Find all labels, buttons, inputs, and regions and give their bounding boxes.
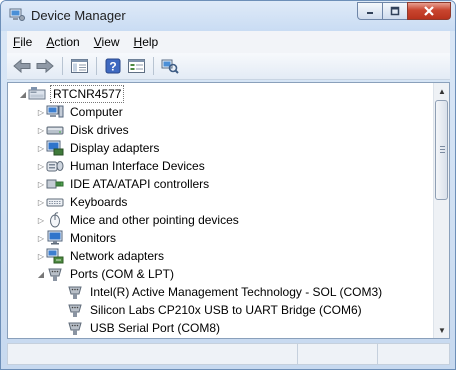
expand-arrow-icon[interactable]: ▷ xyxy=(36,211,46,229)
menu-bar: File Action View Help xyxy=(7,31,450,53)
tree-item-label: Display adapters xyxy=(70,141,160,155)
device-manager-window: Device Manager File Action View Help ? ◢… xyxy=(0,0,456,370)
tree-item-label: Monitors xyxy=(70,231,117,245)
tree-item-label: Silicon Labs CP210x USB to UART Bridge (… xyxy=(90,303,362,317)
toolbar-separator xyxy=(153,57,154,75)
disk-drive-icon xyxy=(46,122,64,138)
window-title: Device Manager xyxy=(31,8,126,23)
mouse-icon xyxy=(46,212,64,228)
tree-item-network-adapters[interactable]: ▷ Network adapters xyxy=(36,247,166,265)
expand-arrow-icon[interactable]: ▷ xyxy=(36,229,46,247)
show-hide-console-tree-button[interactable] xyxy=(68,56,90,76)
title-bar[interactable]: Device Manager xyxy=(1,1,455,31)
tree-item-label: Human Interface Devices xyxy=(70,159,205,173)
scroll-down-icon[interactable]: ▼ xyxy=(434,322,449,338)
tree-item-label: Intel(R) Active Management Technology - … xyxy=(90,285,383,299)
properties-icon xyxy=(127,59,145,73)
close-button[interactable] xyxy=(407,2,451,20)
toolbar: ? xyxy=(7,53,450,80)
expand-arrow-icon[interactable]: ▷ xyxy=(36,247,46,265)
grip-line xyxy=(440,149,445,150)
hid-icon xyxy=(46,158,64,174)
port-icon xyxy=(66,320,84,336)
device-manager-icon xyxy=(9,8,25,22)
tree-item-mice-and-other-pointing-devices[interactable]: ▷ Mice and other pointing devices xyxy=(36,211,241,229)
device-tree: ◢ RTCNR4577 ▷ Computer ▷ Disk drives ▷ D… xyxy=(8,83,434,338)
root-label: RTCNR4577 xyxy=(50,85,125,103)
menu-view[interactable]: View xyxy=(88,35,126,49)
tree-item-ide-ata-atapi-controllers[interactable]: ▷ IDE ATA/ATAPI controllers xyxy=(36,175,211,193)
show-hide-console-tree-icon xyxy=(70,59,88,73)
port-icon xyxy=(46,266,64,282)
toolbar-separator xyxy=(96,57,97,75)
computer-icon xyxy=(46,104,64,120)
close-icon xyxy=(424,6,434,16)
minimize-button[interactable] xyxy=(357,2,383,20)
device-tree-pane: ◢ RTCNR4577 ▷ Computer ▷ Disk drives ▷ D… xyxy=(7,82,450,339)
status-cell xyxy=(8,344,298,364)
forward-icon xyxy=(36,59,54,73)
status-bar xyxy=(7,343,450,365)
tree-item-label: Ports (COM & LPT) xyxy=(70,267,175,281)
help-icon: ? xyxy=(105,58,121,74)
tree-item-ports-com-lpt[interactable]: ◢ Ports (COM & LPT) xyxy=(36,265,176,283)
ide-controller-icon xyxy=(46,176,64,192)
monitor-icon xyxy=(46,230,64,246)
tree-item-human-interface-devices[interactable]: ▷ Human Interface Devices xyxy=(36,157,207,175)
tree-item-label: Computer xyxy=(70,105,123,119)
keyboard-icon xyxy=(46,194,64,210)
tree-item-display-adapters[interactable]: ▷ Display adapters xyxy=(36,139,161,157)
menu-action[interactable]: Action xyxy=(40,35,85,49)
vertical-scrollbar[interactable]: ▲ ▼ xyxy=(433,83,449,338)
back-icon xyxy=(13,59,31,73)
help-button[interactable]: ? xyxy=(102,56,124,76)
status-cell xyxy=(378,344,449,364)
display-adapter-icon xyxy=(46,140,64,156)
tree-item-label: Keyboards xyxy=(70,195,128,209)
tree-item-port-device[interactable]: Silicon Labs CP210x USB to UART Bridge (… xyxy=(66,301,364,319)
forward-button[interactable] xyxy=(34,56,56,76)
scroll-up-icon[interactable]: ▲ xyxy=(434,83,449,99)
tree-root[interactable]: ◢ RTCNR4577 xyxy=(18,85,125,103)
tree-item-label: Mice and other pointing devices xyxy=(70,213,239,227)
expand-arrow-icon[interactable]: ▷ xyxy=(36,175,46,193)
port-icon xyxy=(66,284,84,300)
scan-hardware-changes-button[interactable] xyxy=(159,56,181,76)
tree-item-keyboards[interactable]: ▷ Keyboards xyxy=(36,193,129,211)
maximize-icon xyxy=(390,6,400,16)
tree-item-port-device[interactable]: USB Serial Port (COM8) xyxy=(66,319,222,337)
expand-arrow-icon[interactable]: ▷ xyxy=(36,121,46,139)
collapse-arrow-icon[interactable]: ◢ xyxy=(18,85,28,103)
expand-arrow-icon[interactable]: ▷ xyxy=(36,139,46,157)
computer-root-icon xyxy=(28,86,46,102)
svg-text:?: ? xyxy=(109,60,116,74)
scroll-thumb[interactable] xyxy=(435,100,448,200)
toolbar-separator xyxy=(62,57,63,75)
collapse-arrow-icon[interactable]: ◢ xyxy=(36,265,46,283)
tree-item-monitors[interactable]: ▷ Monitors xyxy=(36,229,118,247)
tree-item-disk-drives[interactable]: ▷ Disk drives xyxy=(36,121,131,139)
tree-item-computer[interactable]: ▷ Computer xyxy=(36,103,125,121)
expand-arrow-icon[interactable]: ▷ xyxy=(36,103,46,121)
window-controls xyxy=(357,2,451,20)
tree-item-label: Network adapters xyxy=(70,249,165,263)
minimize-icon xyxy=(367,12,373,14)
maximize-button[interactable] xyxy=(382,2,408,20)
properties-button[interactable] xyxy=(125,56,147,76)
back-button[interactable] xyxy=(11,56,33,76)
status-cell xyxy=(298,344,378,364)
scan-hardware-changes-icon xyxy=(161,59,179,74)
network-adapter-icon xyxy=(46,248,64,264)
tree-item-label: Disk drives xyxy=(70,123,129,137)
port-icon xyxy=(66,302,84,318)
grip-line xyxy=(440,152,445,153)
menu-file[interactable]: File xyxy=(7,35,38,49)
tree-item-label: IDE ATA/ATAPI controllers xyxy=(70,177,210,191)
expand-arrow-icon[interactable]: ▷ xyxy=(36,193,46,211)
tree-item-label: USB Serial Port (COM8) xyxy=(90,321,221,335)
expand-arrow-icon[interactable]: ▷ xyxy=(36,157,46,175)
grip-line xyxy=(440,146,445,147)
tree-item-port-device[interactable]: Intel(R) Active Management Technology - … xyxy=(66,283,384,301)
menu-help[interactable]: Help xyxy=(128,35,165,49)
